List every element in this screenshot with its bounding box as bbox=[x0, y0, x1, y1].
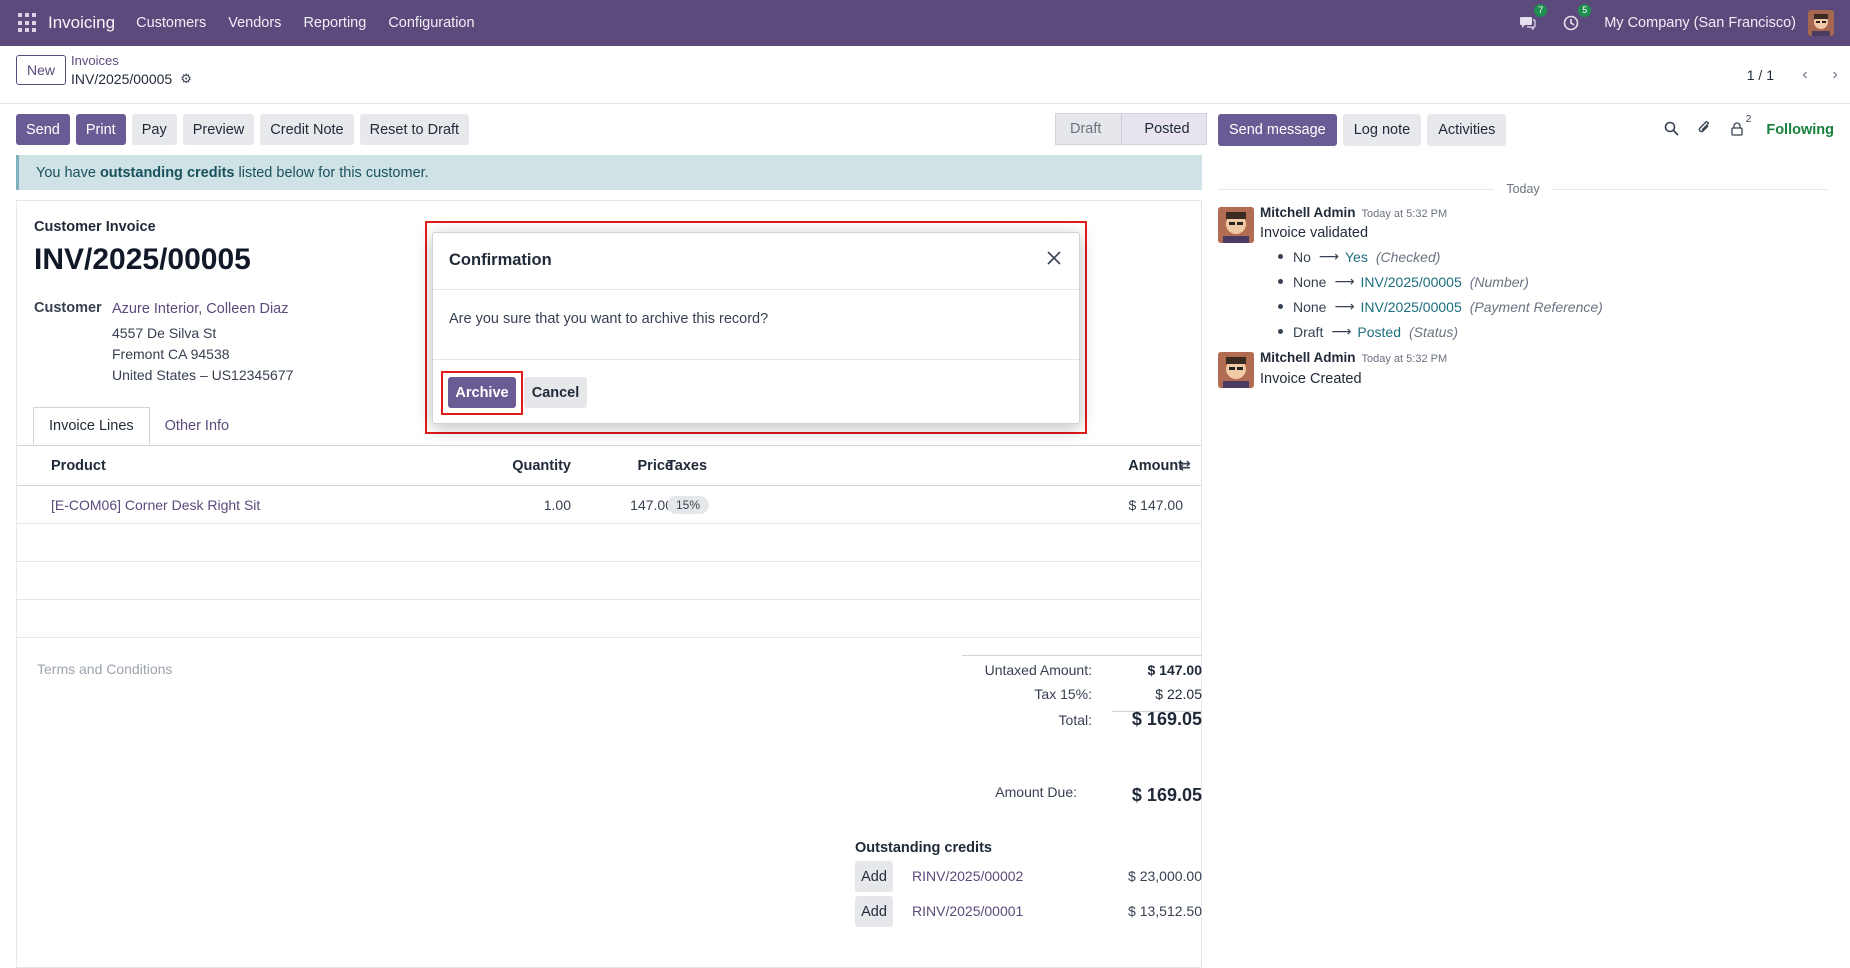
dialog-header: Confirmation bbox=[433, 233, 1079, 290]
close-icon[interactable] bbox=[1043, 247, 1065, 269]
dialog-title: Confirmation bbox=[449, 251, 552, 269]
archive-button[interactable]: Archive bbox=[448, 377, 516, 408]
dialog-footer-divider bbox=[433, 359, 1079, 360]
cancel-button[interactable]: Cancel bbox=[524, 377, 587, 408]
dialog-message: Are you sure that you want to archive th… bbox=[449, 311, 769, 327]
modal-backdrop bbox=[0, 0, 1850, 968]
